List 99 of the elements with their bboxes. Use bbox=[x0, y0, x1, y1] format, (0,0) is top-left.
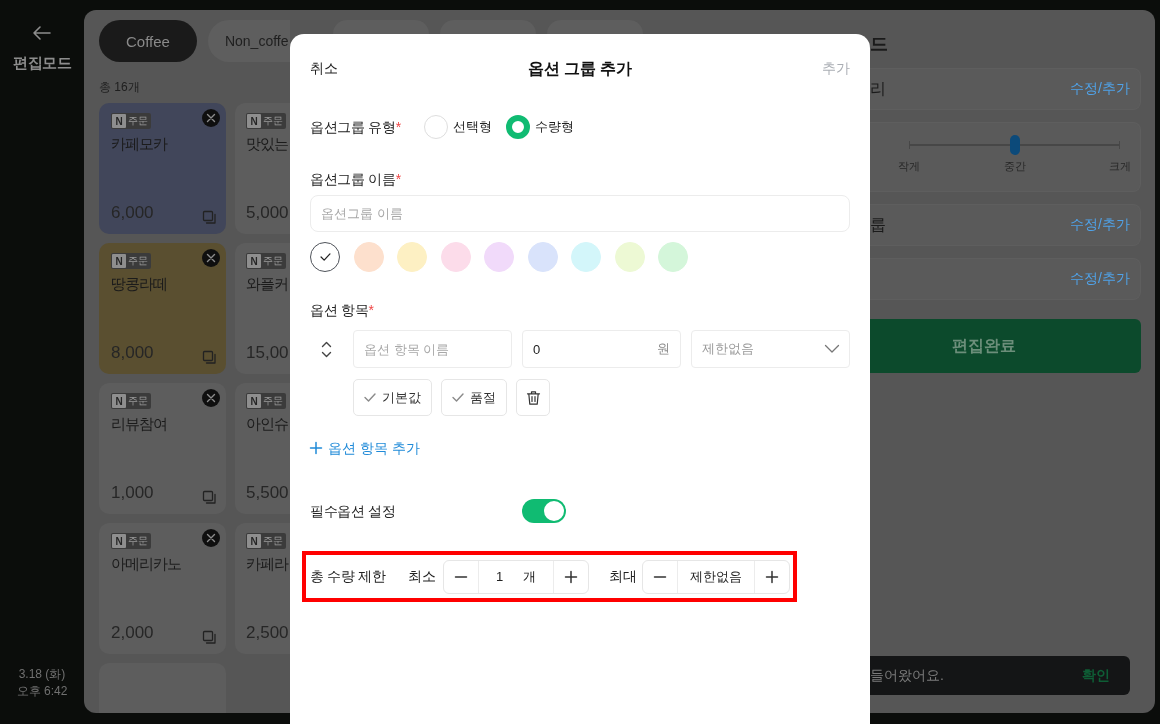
group-name-input[interactable]: 옵션그룹 이름 bbox=[310, 195, 850, 232]
slider-thumb[interactable] bbox=[1009, 135, 1020, 155]
time-text: 오후 6:42 bbox=[16, 683, 68, 700]
quantity-value: 제한없음 bbox=[690, 567, 742, 586]
badge-logo: N bbox=[112, 254, 126, 268]
trash-icon bbox=[526, 390, 540, 405]
badge-logo: N bbox=[247, 254, 261, 268]
badge-label: 주문 bbox=[262, 394, 284, 408]
delete-button[interactable] bbox=[516, 379, 550, 416]
remove-button[interactable] bbox=[202, 389, 220, 407]
radio-label[interactable]: 선택형 bbox=[453, 118, 492, 136]
minus-icon bbox=[455, 575, 467, 578]
badge-logo: N bbox=[112, 534, 126, 548]
close-icon bbox=[207, 114, 215, 122]
limit-select[interactable]: 제한없음 bbox=[691, 330, 850, 368]
setting-label: 리 bbox=[870, 78, 886, 99]
product-name: 리뷰참여 bbox=[111, 415, 167, 433]
category-tab[interactable] bbox=[546, 20, 643, 34]
edit-link[interactable]: 수정/추가 bbox=[1070, 216, 1130, 234]
product-name: 아메리카노 bbox=[111, 555, 181, 573]
edit-link[interactable]: 수정/추가 bbox=[1070, 80, 1130, 98]
product-price: 1,000 bbox=[111, 483, 154, 503]
badge-logo: N bbox=[247, 534, 261, 548]
close-icon bbox=[207, 394, 215, 402]
badge-label: 주문 bbox=[262, 114, 284, 128]
badge-label: 주문 bbox=[262, 254, 284, 268]
product-card[interactable]: N 주문 맛있는 5,000 bbox=[235, 103, 290, 234]
category-tab[interactable]: Coffee bbox=[99, 20, 197, 62]
setting-label: 룹 bbox=[870, 214, 886, 235]
product-price: 2,000 bbox=[111, 623, 154, 643]
back-arrow-icon[interactable] bbox=[33, 26, 51, 40]
product-name: 맛있는 bbox=[246, 135, 288, 153]
price-input[interactable]: 0 원 bbox=[522, 330, 681, 368]
product-card[interactable]: N 주문 아메리카노 2,000 bbox=[99, 523, 226, 654]
radio-button[interactable] bbox=[506, 115, 530, 139]
toggle-switch[interactable] bbox=[522, 499, 566, 523]
plus-icon bbox=[766, 570, 778, 583]
category-tab[interactable]: Non_coffe bbox=[207, 20, 290, 62]
copy-icon bbox=[203, 491, 216, 504]
check-icon bbox=[364, 393, 376, 402]
plus-icon bbox=[565, 570, 577, 583]
field-label: 옵션 항목* bbox=[310, 301, 375, 319]
product-price: 5,000 bbox=[246, 203, 289, 223]
copy-icon bbox=[203, 631, 216, 644]
toast-message: 들어왔어요. bbox=[870, 666, 944, 685]
product-name: 카페라 bbox=[246, 555, 288, 573]
radio-label[interactable]: 수량형 bbox=[535, 118, 574, 136]
max-label: 최대 bbox=[609, 567, 638, 586]
product-name: 와플커 bbox=[246, 275, 288, 293]
section-title: 드 bbox=[870, 34, 888, 54]
check-icon bbox=[452, 393, 464, 402]
badge-label: 주문 bbox=[127, 534, 149, 548]
badge-label: 주문 bbox=[127, 394, 149, 408]
product-name: 아인슈 bbox=[246, 415, 288, 433]
close-icon bbox=[207, 254, 215, 262]
cancel-button[interactable]: 취소 bbox=[310, 60, 338, 78]
plus-icon bbox=[310, 442, 322, 454]
color-swatch[interactable] bbox=[310, 242, 340, 272]
badge-label: 주문 bbox=[127, 254, 149, 268]
product-card[interactable] bbox=[99, 663, 226, 713]
remove-button[interactable] bbox=[202, 109, 220, 127]
category-tab[interactable] bbox=[332, 20, 429, 34]
badge-logo: N bbox=[112, 114, 126, 128]
toggle-button[interactable]: 기본값 bbox=[353, 379, 432, 416]
badge-label: 주문 bbox=[127, 114, 149, 128]
done-button[interactable]: 편집완료 bbox=[870, 319, 1141, 373]
copy-icon bbox=[203, 211, 216, 224]
field-label: 옵션그룹 이름* bbox=[310, 170, 402, 188]
remove-button[interactable] bbox=[202, 249, 220, 267]
remove-button[interactable] bbox=[202, 529, 220, 547]
product-card[interactable]: N 주문 와플커 15,00 bbox=[235, 243, 290, 374]
unit-label: 개 bbox=[523, 567, 537, 586]
dialog-title: 옵션 그룹 추가 bbox=[527, 58, 633, 79]
badge-logo: N bbox=[247, 114, 261, 128]
badge-logo: N bbox=[112, 394, 126, 408]
field-label: 옵션그룹 유형* bbox=[310, 118, 402, 136]
product-card[interactable]: N 주문 리뷰참여 1,000 bbox=[99, 383, 226, 514]
field-label: 총 수량 제한 bbox=[310, 567, 387, 586]
product-name: 땅콩라떼 bbox=[111, 275, 167, 293]
mode-title: 편집모드 bbox=[13, 54, 71, 73]
badge-label: 주문 bbox=[262, 534, 284, 548]
copy-icon bbox=[203, 351, 216, 364]
minus-icon bbox=[654, 575, 666, 578]
min-label: 최소 bbox=[408, 567, 437, 586]
edit-link[interactable]: 수정/추가 bbox=[1070, 270, 1130, 288]
field-label: 필수옵션 설정 bbox=[310, 502, 397, 520]
product-price: 15,00 bbox=[246, 343, 289, 363]
badge-logo: N bbox=[247, 394, 261, 408]
date-text: 3.18 (화) bbox=[18, 666, 66, 683]
close-icon bbox=[207, 534, 215, 542]
category-tab[interactable] bbox=[439, 20, 536, 34]
toggle-button[interactable]: 품절 bbox=[441, 379, 507, 416]
check-icon bbox=[319, 253, 331, 261]
chevron-down-icon bbox=[825, 345, 839, 353]
quantity-value: 1 bbox=[495, 569, 504, 584]
option-name-input[interactable]: 옵션 항목 이름 bbox=[353, 330, 512, 368]
add-option-link[interactable]: 옵션 항목 추가 bbox=[310, 439, 420, 457]
sort-icon[interactable] bbox=[322, 341, 331, 357]
product-name: 카페모카 bbox=[111, 135, 167, 153]
